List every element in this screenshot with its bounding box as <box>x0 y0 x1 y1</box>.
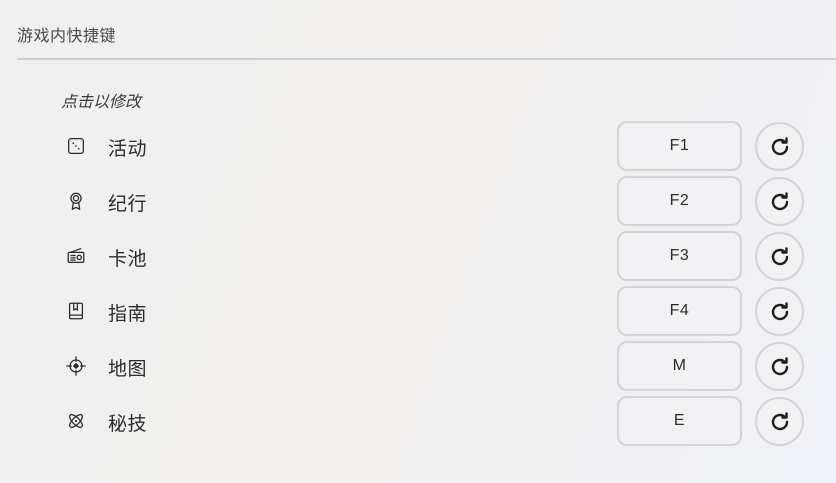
shortcut-row-technique: 秘技 E <box>0 396 836 446</box>
refresh-icon <box>771 411 788 430</box>
shortcut-row-gacha: 卡池 F3 <box>0 231 836 281</box>
edit-hint: 点击以修改 <box>61 92 142 111</box>
keybind-button-guide[interactable]: F4 <box>617 286 742 336</box>
shortcut-label: 指南 <box>108 303 148 325</box>
reset-button-gacha[interactable] <box>755 232 804 281</box>
shortcut-label: 卡池 <box>108 248 148 270</box>
radio-icon <box>64 244 88 268</box>
section-divider <box>17 58 836 60</box>
reset-button-journey[interactable] <box>755 177 804 226</box>
refresh-icon <box>771 136 788 155</box>
shortcut-row-guide: 指南 F4 <box>0 286 836 336</box>
shortcut-label: 活动 <box>108 138 148 160</box>
medal-icon <box>64 189 88 213</box>
shortcut-row-map: 地图 M <box>0 341 836 391</box>
refresh-icon <box>771 301 788 320</box>
shortcut-label: 纪行 <box>108 193 148 215</box>
compass-target-icon <box>64 354 88 378</box>
reset-button-technique[interactable] <box>755 397 804 446</box>
refresh-icon <box>771 191 788 210</box>
keybind-button-map[interactable]: M <box>617 341 742 391</box>
atom-icon <box>64 409 88 433</box>
reset-button-map[interactable] <box>755 342 804 391</box>
shortcut-row-activity: 活动 F1 <box>0 121 836 171</box>
shortcut-row-journey: 纪行 F2 <box>0 176 836 226</box>
keybind-button-activity[interactable]: F1 <box>617 121 742 171</box>
shortcut-label: 地图 <box>108 358 148 380</box>
book-icon <box>64 299 88 323</box>
shortcut-label: 秘技 <box>108 413 148 435</box>
section-title: 游戏内快捷键 <box>17 26 117 45</box>
reset-button-guide[interactable] <box>755 287 804 336</box>
keybind-button-gacha[interactable]: F3 <box>617 231 742 281</box>
refresh-icon <box>771 246 788 265</box>
dice-icon <box>64 134 88 158</box>
keybind-button-technique[interactable]: E <box>617 396 742 446</box>
refresh-icon <box>771 356 788 375</box>
reset-button-activity[interactable] <box>755 122 804 171</box>
keybind-button-journey[interactable]: F2 <box>617 176 742 226</box>
